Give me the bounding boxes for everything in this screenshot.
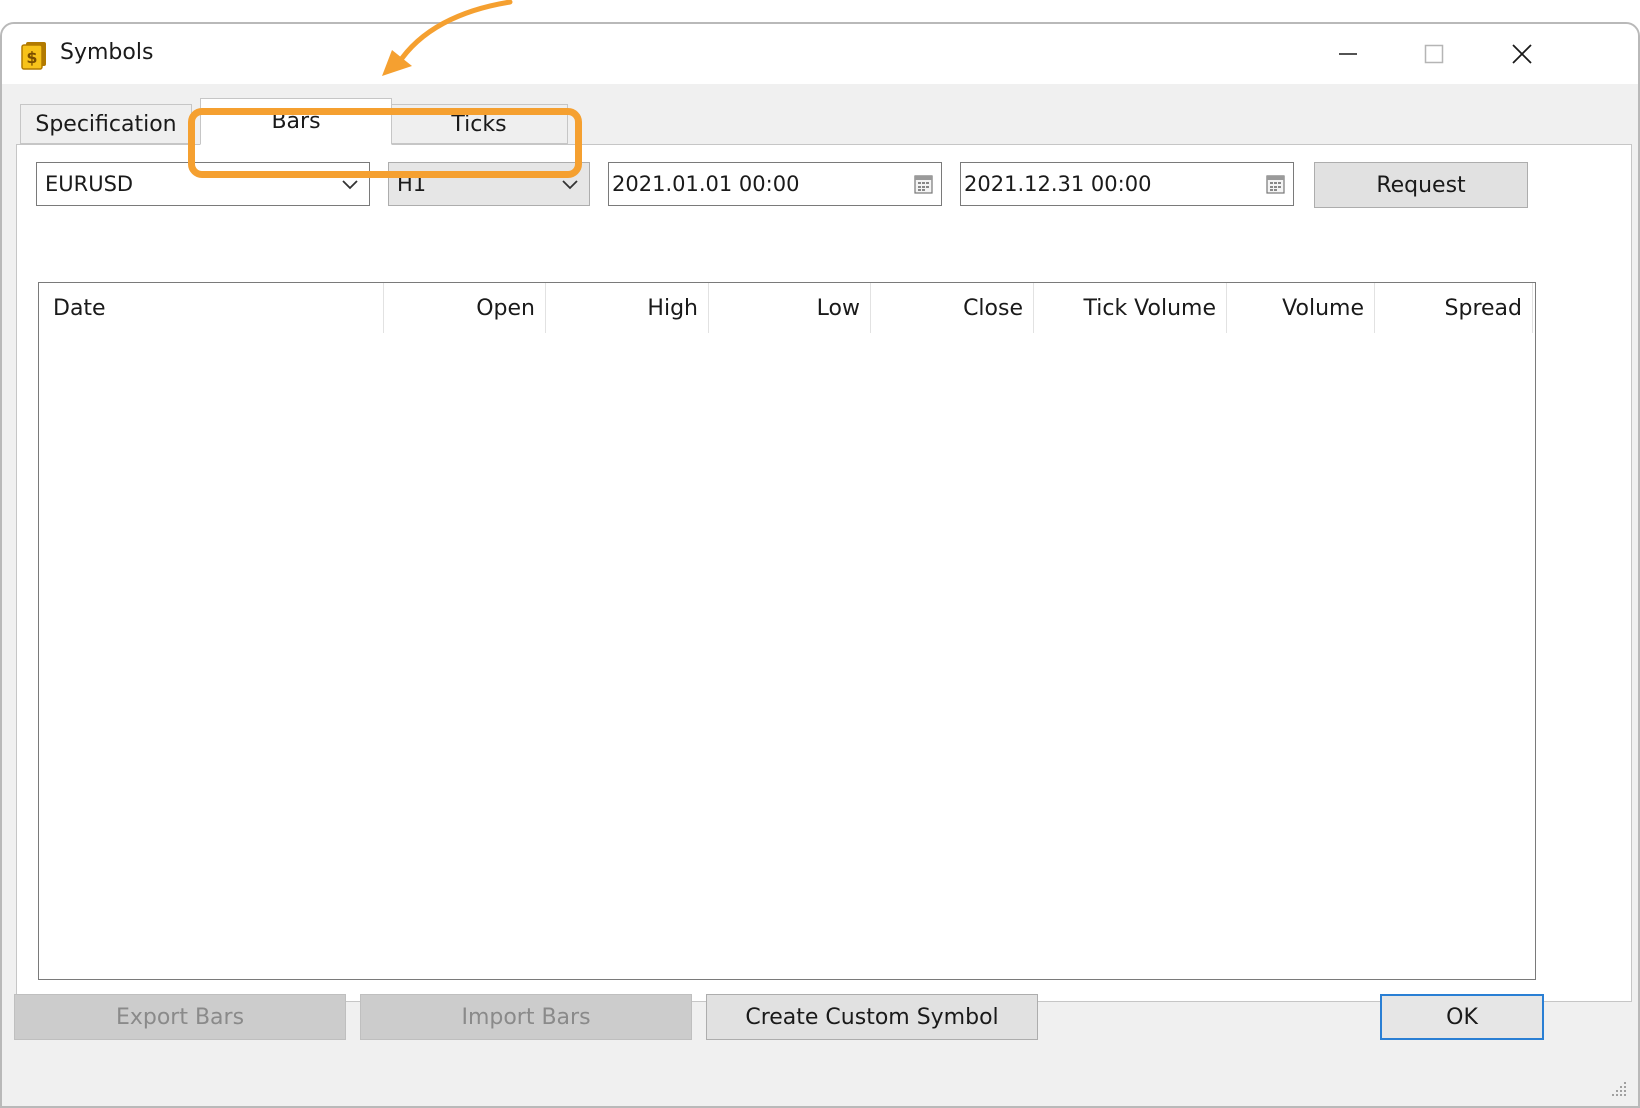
ok-button[interactable]: OK bbox=[1380, 994, 1544, 1040]
bars-table[interactable]: Date Open High Low Close Tick Volume Vol… bbox=[38, 282, 1536, 980]
column-header-open[interactable]: Open bbox=[384, 283, 546, 333]
table-header: Date Open High Low Close Tick Volume Vol… bbox=[39, 283, 1535, 335]
date-to-value: 2021.12.31 00:00 bbox=[964, 172, 1152, 196]
chevron-down-icon bbox=[562, 180, 578, 190]
timeframe-value: H1 bbox=[397, 172, 427, 196]
column-header-high[interactable]: High bbox=[546, 283, 709, 333]
tab-ticks[interactable]: Ticks bbox=[390, 104, 568, 144]
resize-grip-icon[interactable] bbox=[1610, 1080, 1628, 1098]
request-button[interactable]: Request bbox=[1314, 162, 1528, 208]
column-header-tick-volume[interactable]: Tick Volume bbox=[1034, 283, 1227, 333]
export-bars-button[interactable]: Export Bars bbox=[14, 994, 346, 1040]
calendar-icon[interactable] bbox=[913, 173, 935, 195]
annotation-arrow-icon bbox=[382, 0, 513, 76]
minimize-button[interactable] bbox=[1324, 34, 1372, 74]
create-custom-symbol-button[interactable]: Create Custom Symbol bbox=[706, 994, 1038, 1040]
column-header-low[interactable]: Low bbox=[709, 283, 871, 333]
chevron-down-icon bbox=[342, 180, 358, 190]
calendar-icon[interactable] bbox=[1265, 173, 1287, 195]
maximize-button[interactable] bbox=[1410, 34, 1458, 74]
timeframe-dropdown[interactable]: H1 bbox=[388, 162, 590, 206]
title-bar: $ Symbols bbox=[2, 24, 1638, 84]
minimize-icon bbox=[1339, 53, 1357, 55]
column-header-volume[interactable]: Volume bbox=[1227, 283, 1375, 333]
close-icon bbox=[1512, 44, 1532, 64]
maximize-icon bbox=[1424, 44, 1444, 64]
close-button[interactable] bbox=[1498, 34, 1546, 74]
import-bars-button[interactable]: Import Bars bbox=[360, 994, 692, 1040]
date-from-field[interactable]: 2021.01.01 00:00 bbox=[608, 162, 942, 206]
column-header-date[interactable]: Date bbox=[39, 283, 384, 333]
symbols-app-icon: $ bbox=[21, 42, 46, 70]
column-header-spread[interactable]: Spread bbox=[1375, 283, 1533, 333]
symbol-value: EURUSD bbox=[45, 172, 134, 196]
window-title: Symbols bbox=[60, 40, 154, 65]
tab-specification[interactable]: Specification bbox=[20, 104, 192, 144]
tab-bars[interactable]: Bars bbox=[200, 98, 392, 145]
symbols-window: $ Symbols Specification Bars Ticks EURUS… bbox=[0, 22, 1640, 1108]
svg-text:$: $ bbox=[26, 48, 37, 67]
symbol-dropdown[interactable]: EURUSD bbox=[36, 162, 370, 206]
date-to-field[interactable]: 2021.12.31 00:00 bbox=[960, 162, 1294, 206]
column-header-close[interactable]: Close bbox=[871, 283, 1034, 333]
date-from-value: 2021.01.01 00:00 bbox=[612, 172, 800, 196]
